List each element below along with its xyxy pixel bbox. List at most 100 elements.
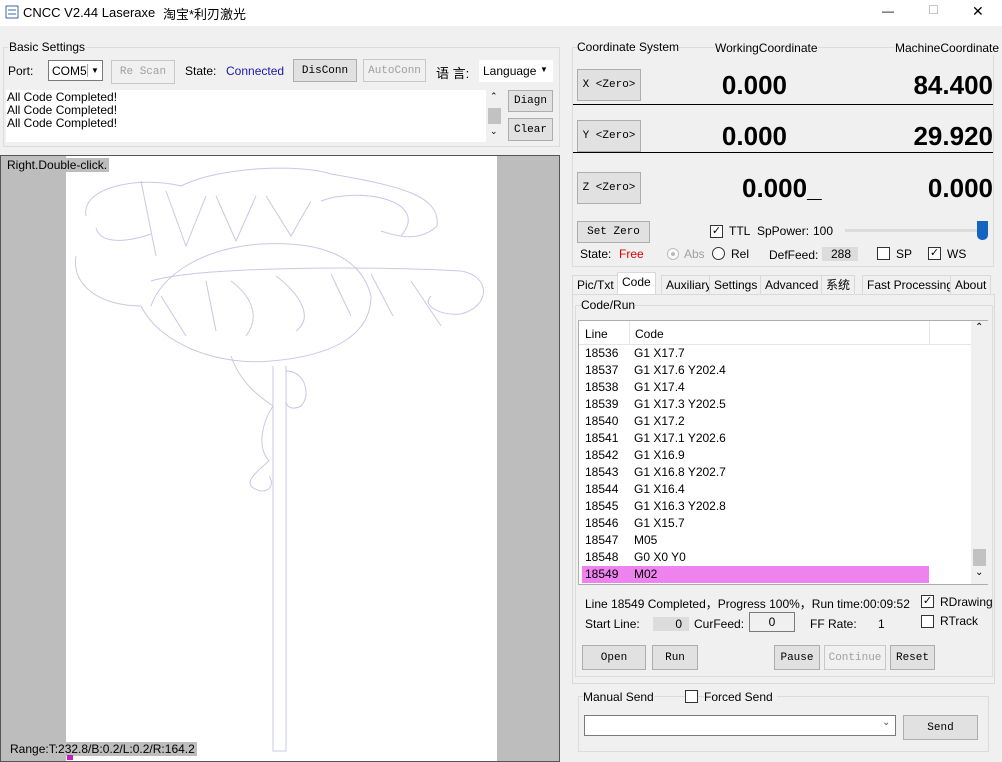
chevron-down-icon[interactable]: ⌄ bbox=[882, 717, 890, 728]
row-line: 18542 bbox=[585, 448, 619, 462]
z-zero-button[interactable]: Z <Zero> bbox=[577, 172, 641, 204]
y-zero-button[interactable]: Y <Zero> bbox=[577, 120, 641, 152]
close-button[interactable]: ✕ bbox=[972, 3, 984, 20]
code-row[interactable]: 18540 G1 X17.2 bbox=[584, 413, 929, 430]
tab-fast-processing[interactable]: Fast Processing bbox=[862, 275, 959, 295]
diagn-button[interactable]: Diagn bbox=[508, 90, 553, 112]
ws-checkbox[interactable]: ✓ bbox=[928, 247, 941, 260]
log-scrollbar[interactable]: ⌃ ⌄ bbox=[486, 90, 503, 142]
preview-canvas[interactable]: Right.Double-click. Range:T:232.8/B:0.2/… bbox=[0, 155, 560, 762]
reset-button[interactable]: Reset bbox=[890, 645, 935, 670]
scrollbar-thumb[interactable] bbox=[488, 108, 501, 124]
row-line: 18546 bbox=[585, 516, 619, 530]
run-status: Line 18549 Completed，Progress 100%，Run t… bbox=[585, 597, 910, 611]
set-zero-button[interactable]: Set Zero bbox=[577, 221, 650, 243]
code-row[interactable]: 18537 G1 X17.6 Y202.4 bbox=[584, 362, 929, 379]
row-code: M02 bbox=[634, 567, 658, 581]
port-value: COM5 bbox=[52, 64, 87, 78]
x-zero-button[interactable]: X <Zero> bbox=[577, 69, 641, 101]
sppower-slider[interactable] bbox=[845, 229, 987, 232]
rel-radio[interactable] bbox=[712, 247, 725, 260]
forced-send-checkbox[interactable] bbox=[685, 690, 698, 703]
continue-button[interactable]: Continue bbox=[824, 645, 886, 670]
code-row[interactable]: 18543 G1 X16.8 Y202.7 bbox=[584, 464, 929, 481]
open-button[interactable]: Open bbox=[582, 645, 646, 670]
scroll-down-icon[interactable]: ⌄ bbox=[490, 126, 498, 137]
sp-label: SP bbox=[896, 247, 913, 261]
code-scrollbar[interactable]: ⌃ ⌄ bbox=[971, 321, 988, 584]
code-row[interactable]: 18539 G1 X17.3 Y202.5 bbox=[584, 396, 929, 413]
row-code: G0 X0 Y0 bbox=[634, 550, 686, 564]
send-button[interactable]: Send bbox=[903, 715, 978, 740]
port-select[interactable]: COM5 ▼ bbox=[48, 60, 103, 81]
abs-radio[interactable] bbox=[667, 248, 679, 260]
autoconnect-button[interactable]: AutoConn bbox=[363, 59, 426, 82]
origin-marker bbox=[67, 755, 73, 760]
sp-checkbox[interactable] bbox=[877, 247, 890, 260]
row-line: 18547 bbox=[585, 533, 619, 547]
code-row[interactable]: 18548 G0 X0 Y0 bbox=[584, 549, 929, 566]
code-row[interactable]: 18545 G1 X16.3 Y202.8 bbox=[584, 498, 929, 515]
app-icon bbox=[5, 5, 19, 19]
disconnect-button[interactable]: DisConn bbox=[293, 59, 357, 82]
rtrack-checkbox[interactable] bbox=[921, 615, 934, 628]
ttl-checkbox[interactable]: ✓ bbox=[710, 225, 723, 238]
code-row[interactable]: 18541 G1 X17.1 Y202.6 bbox=[584, 430, 929, 447]
row-code: G1 X16.3 Y202.8 bbox=[634, 499, 726, 513]
machine-coordinate-label: MachineCoordinate bbox=[895, 41, 1000, 55]
tab-about[interactable]: About bbox=[950, 275, 992, 295]
code-row[interactable]: 18549 M02 bbox=[582, 566, 929, 583]
code-row[interactable]: 18547 M05 bbox=[584, 532, 929, 549]
divider bbox=[573, 152, 993, 153]
tab-system[interactable]: 系统 bbox=[821, 275, 856, 295]
rescan-button[interactable]: Re Scan bbox=[111, 60, 175, 84]
code-row[interactable]: 18538 G1 X17.4 bbox=[584, 379, 929, 396]
row-line: 18539 bbox=[585, 397, 619, 411]
col-line-header[interactable]: Line bbox=[585, 327, 608, 341]
start-line-value[interactable]: 0 bbox=[653, 617, 689, 631]
chevron-down-icon: ▼ bbox=[87, 64, 102, 77]
code-row[interactable]: 18544 G1 X16.4 bbox=[584, 481, 929, 498]
tab-pic-txt[interactable]: Pic/Txt bbox=[572, 275, 619, 295]
language-value: Language bbox=[483, 64, 537, 78]
rdrawing-checkbox[interactable]: ✓ bbox=[921, 595, 934, 608]
deffeed-value[interactable]: 288 bbox=[822, 247, 858, 261]
row-line: 18549 bbox=[585, 567, 619, 581]
code-row[interactable]: 18542 G1 X16.9 bbox=[584, 447, 929, 464]
canvas-range: Range:T:232.8/B:0.2/L:0.2/R:164.2 bbox=[8, 742, 197, 756]
run-button[interactable]: Run bbox=[652, 645, 698, 670]
col-code-header[interactable]: Code bbox=[635, 327, 664, 341]
scrollbar-thumb[interactable] bbox=[973, 549, 986, 566]
row-code: G1 X17.2 bbox=[634, 414, 685, 428]
manual-send-title: Manual Send bbox=[583, 690, 654, 704]
minimize-button[interactable]: — bbox=[882, 4, 894, 18]
tab-code[interactable]: Code bbox=[617, 272, 656, 295]
scroll-up-icon[interactable]: ⌃ bbox=[975, 322, 983, 333]
scroll-up-icon[interactable]: ⌃ bbox=[490, 91, 498, 102]
tab-settings[interactable]: Settings bbox=[709, 275, 763, 295]
log-textbox[interactable]: All Code Completed! All Code Completed! … bbox=[6, 90, 503, 142]
slider-handle[interactable] bbox=[977, 221, 988, 240]
port-label: Port: bbox=[8, 64, 34, 78]
start-line-label: Start Line: bbox=[585, 617, 640, 631]
pause-button[interactable]: Pause bbox=[774, 645, 820, 670]
state-label: State: bbox=[185, 64, 217, 78]
language-select[interactable]: Language ▼ bbox=[479, 60, 553, 82]
sppower-value: 100 bbox=[813, 224, 834, 238]
language-label: 语 言: bbox=[436, 66, 470, 81]
z-working: 0.000_ bbox=[742, 173, 822, 203]
rdrawing-label: RDrawing bbox=[940, 595, 993, 609]
clear-button[interactable]: Clear bbox=[508, 118, 553, 141]
x-machine: 84.400 bbox=[913, 70, 993, 100]
curfeed-value[interactable]: 0 bbox=[749, 612, 795, 632]
y-working: 0.000 bbox=[721, 121, 787, 151]
row-line: 18538 bbox=[585, 380, 619, 394]
row-line: 18541 bbox=[585, 431, 619, 445]
manual-command-input[interactable]: ⌄ bbox=[584, 715, 896, 736]
working-coordinate-label: WorkingCoordinate bbox=[715, 41, 818, 55]
code-row[interactable]: 18546 G1 X15.7 bbox=[584, 515, 929, 532]
maximize-button[interactable]: ☐ bbox=[928, 3, 939, 17]
code-row[interactable]: 18536 G1 X17.7 bbox=[584, 345, 929, 362]
scroll-down-icon[interactable]: ⌄ bbox=[975, 567, 983, 578]
tab-advanced[interactable]: Advanced bbox=[760, 275, 824, 295]
